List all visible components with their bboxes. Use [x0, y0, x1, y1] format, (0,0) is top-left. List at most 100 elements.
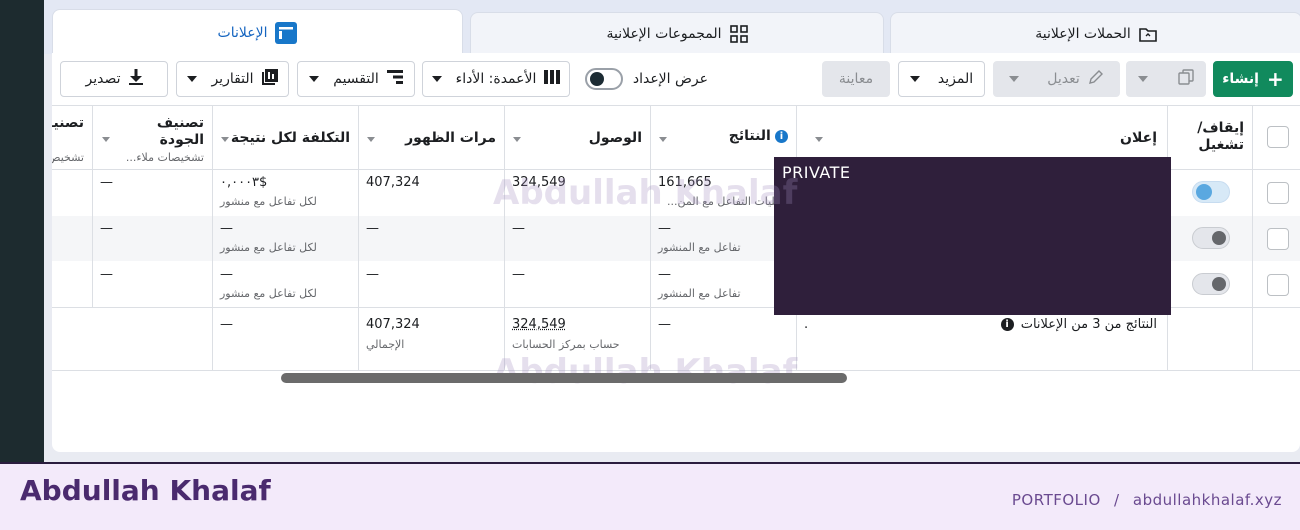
col-reach-header[interactable]: الوصول	[522, 130, 642, 146]
row-cost-sub: لكل تفاعل مع منشور	[220, 287, 317, 300]
private-redaction: PRIVATE	[774, 157, 1171, 315]
tab-ads[interactable]: الإعلانات	[52, 9, 463, 55]
row-quality-value: —	[100, 267, 113, 282]
breakdown-icon	[386, 70, 403, 88]
columns-label: الأعمدة: الأداء	[455, 71, 537, 87]
edit-button[interactable]: تعديل	[993, 61, 1120, 97]
pencil-icon	[1088, 69, 1104, 89]
sort-chevron-icon[interactable]	[815, 137, 823, 142]
col-cost-header[interactable]: التكلفة لكل نتيجة	[227, 130, 350, 146]
col-toggle-header[interactable]: إيقاف/ تشغيل	[1182, 120, 1244, 154]
reports-icon	[261, 69, 278, 89]
col-quality-sub: تشخيصات ملاء...	[125, 151, 204, 164]
summary-results: —	[658, 317, 671, 332]
create-label: إنشاء	[1222, 71, 1259, 87]
row-results-sub: تفاعل مع المنشور	[658, 287, 741, 300]
row-impressions-value: —	[366, 221, 379, 236]
row-checkbox[interactable]	[1267, 228, 1289, 250]
select-all-checkbox[interactable]	[1267, 126, 1289, 148]
chevron-down-icon	[187, 76, 198, 82]
row-results-value: —	[658, 267, 671, 282]
horizontal-scrollbar[interactable]	[281, 373, 847, 383]
download-icon	[128, 69, 143, 89]
row-reach-value: —	[512, 267, 525, 282]
row-checkbox[interactable]	[1267, 274, 1289, 296]
sort-chevron-icon[interactable]	[513, 137, 521, 142]
left-dark-strip	[0, 0, 44, 462]
more-label: المزيد	[937, 71, 974, 87]
toolbar: + إنشاء تعديل المزيد معاينة عرض الإعداد …	[52, 53, 1300, 103]
summary-label: النتائج من 3 من الإعلانات i	[872, 317, 1157, 332]
reports-button[interactable]: التقارير	[176, 61, 289, 97]
duplicate-button[interactable]	[1126, 61, 1206, 97]
summary-reach-sub: حساب بمركز الحسابات	[512, 338, 620, 351]
footer-separator: /	[1114, 491, 1120, 509]
export-button[interactable]: تصدير	[60, 61, 168, 97]
setup-view-switch[interactable]	[584, 68, 623, 90]
row-cost-value: —	[220, 267, 233, 282]
sort-chevron-icon[interactable]	[221, 137, 229, 142]
chevron-down-icon	[909, 76, 920, 82]
tab-adsets-label: المجموعات الإعلانية	[606, 25, 722, 42]
edit-label: تعديل	[1047, 71, 1080, 87]
sort-chevron-icon[interactable]	[659, 137, 667, 142]
ad-status-toggle[interactable]	[1192, 181, 1230, 203]
duplicate-icon	[1178, 69, 1194, 89]
breakdown-button[interactable]: التقسيم	[297, 61, 415, 97]
columns-button[interactable]: الأعمدة: الأداء	[422, 61, 570, 97]
watermark: Abdullah Khalaf	[493, 352, 798, 392]
footer-links: PORTFOLIO / abdullahkhalaf.xyz	[1012, 491, 1282, 509]
setup-view-toggle[interactable]: عرض الإعداد	[578, 61, 708, 97]
chevron-down-icon	[431, 76, 442, 82]
chevron-down-icon	[1138, 76, 1148, 82]
row-impressions-value: —	[366, 267, 379, 282]
preview-button[interactable]: معاينة	[822, 61, 890, 97]
sort-chevron-icon[interactable]	[367, 137, 375, 142]
row-impressions-value: 407,324	[366, 175, 420, 190]
website-link[interactable]: abdullahkhalaf.xyz	[1133, 491, 1282, 509]
tab-adsets[interactable]: المجموعات الإعلانية	[470, 12, 884, 54]
row-cost-value: —	[220, 221, 233, 236]
grid-icon	[729, 24, 748, 43]
portfolio-link[interactable]: PORTFOLIO	[1012, 491, 1101, 509]
plus-icon: +	[1266, 67, 1284, 91]
summary-impressions-sub: الإجمالي	[366, 338, 405, 351]
ad-status-toggle[interactable]	[1192, 273, 1230, 295]
row-checkbox[interactable]	[1267, 182, 1289, 204]
col-impressions-header[interactable]: مرات الظهور	[372, 130, 496, 146]
ad-status-toggle[interactable]	[1192, 227, 1230, 249]
chevron-down-icon	[309, 76, 320, 82]
row-cost-sub: لكل تفاعل مع منشور	[220, 241, 317, 254]
tab-ads-label: الإعلانات	[217, 24, 268, 41]
row-quality-value: —	[100, 175, 113, 190]
portfolio-footer: Abdullah Khalaf PORTFOLIO / abdullahkhal…	[0, 462, 1300, 530]
row-results-sub: تفاعل مع المنشور	[658, 241, 741, 254]
sort-chevron-icon[interactable]	[102, 137, 110, 142]
row-reach-value: —	[512, 221, 525, 236]
reports-label: التقارير	[211, 71, 254, 87]
summary-dot: .	[804, 317, 809, 332]
row-results-value: —	[658, 221, 671, 236]
create-button[interactable]: + إنشاء	[1213, 61, 1293, 97]
col-ad-header[interactable]: إعلان	[1012, 130, 1157, 146]
summary-impressions: 407,324	[366, 317, 420, 332]
footer-brand: Abdullah Khalaf	[20, 474, 271, 507]
chevron-down-icon	[1009, 76, 1020, 82]
setup-view-label: عرض الإعداد	[632, 71, 708, 87]
tab-campaigns[interactable]: الحملات الإعلانية	[890, 12, 1300, 54]
more-button[interactable]: المزيد	[898, 61, 985, 97]
summary-reach[interactable]: 324,549	[512, 317, 642, 332]
watermark: Abdullah Khalaf	[493, 173, 798, 213]
row-cost-sub: لكل تفاعل مع منشور	[220, 195, 317, 208]
row-cost-value: ٠,٠٠٠٣$	[220, 175, 268, 190]
col-engagement-sub: تشخيص	[52, 151, 84, 164]
tab-campaigns-label: الحملات الإعلانية	[1035, 25, 1131, 42]
screen: الحملات الإعلانية المجموعات الإعلانية ال…	[0, 0, 1300, 530]
row-quality-value: —	[100, 221, 113, 236]
breakdown-label: التقسيم	[333, 71, 379, 87]
col-results-header[interactable]: i النتائج	[688, 128, 788, 144]
col-engagement-header[interactable]: تصنيف التفاعل	[52, 115, 84, 132]
col-quality-header[interactable]: تصنيف الجودة	[112, 115, 204, 149]
ad-icon	[275, 21, 298, 44]
columns-icon	[544, 70, 561, 88]
